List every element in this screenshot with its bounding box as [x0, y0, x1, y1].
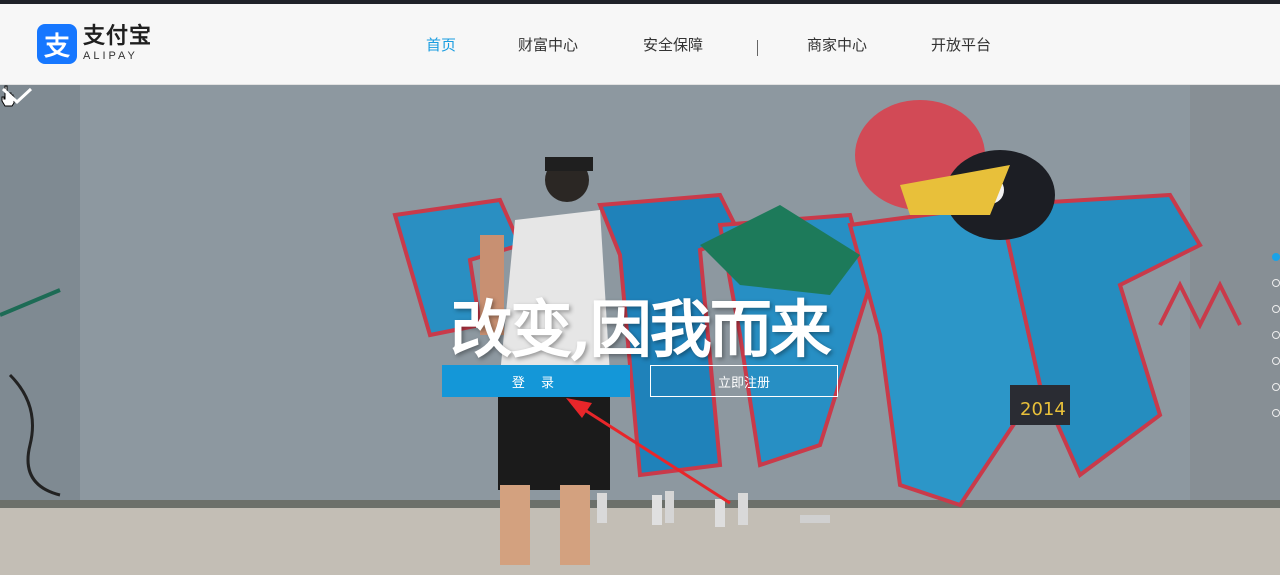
carousel-dot[interactable] — [1272, 305, 1280, 313]
chevron-down-icon[interactable] — [0, 85, 34, 107]
carousel-dot[interactable] — [1272, 279, 1280, 287]
nav-home[interactable]: 首页 — [426, 34, 456, 55]
carousel-dot[interactable] — [1272, 357, 1280, 365]
svg-text:2014: 2014 — [1020, 399, 1066, 420]
alipay-logo-icon: 支 — [37, 24, 77, 64]
login-button[interactable]: 登 录 — [442, 365, 630, 397]
carousel-dot[interactable] — [1272, 253, 1280, 261]
carousel-dot[interactable] — [1272, 331, 1280, 339]
carousel-indicators — [1272, 253, 1280, 435]
alipay-logo[interactable]: 支 支付宝 ALIPAY — [37, 24, 152, 64]
hero-banner: 2014 改变,因我而来 登 录 立即注册 — [0, 85, 1280, 575]
carousel-dot[interactable] — [1272, 409, 1280, 417]
logo-en-text: ALIPAY — [83, 50, 138, 62]
logo-text: 支付宝 ALIPAY — [83, 26, 152, 62]
nav-open-platform[interactable]: 开放平台 — [931, 34, 991, 55]
register-button[interactable]: 立即注册 — [650, 365, 838, 397]
nav-wealth-center[interactable]: 财富中心 — [518, 34, 578, 55]
hero-slogan: 改变,因我而来 — [450, 293, 832, 366]
nav-merchant-center[interactable]: 商家中心 — [807, 34, 867, 55]
nav-divider — [757, 40, 758, 56]
nav-security[interactable]: 安全保障 — [643, 34, 703, 55]
carousel-dot[interactable] — [1272, 383, 1280, 391]
logo-cn-text: 支付宝 — [83, 24, 153, 49]
site-header: 支 支付宝 ALIPAY 首页 财富中心 安全保障 商家中心 开放平台 — [0, 4, 1280, 85]
